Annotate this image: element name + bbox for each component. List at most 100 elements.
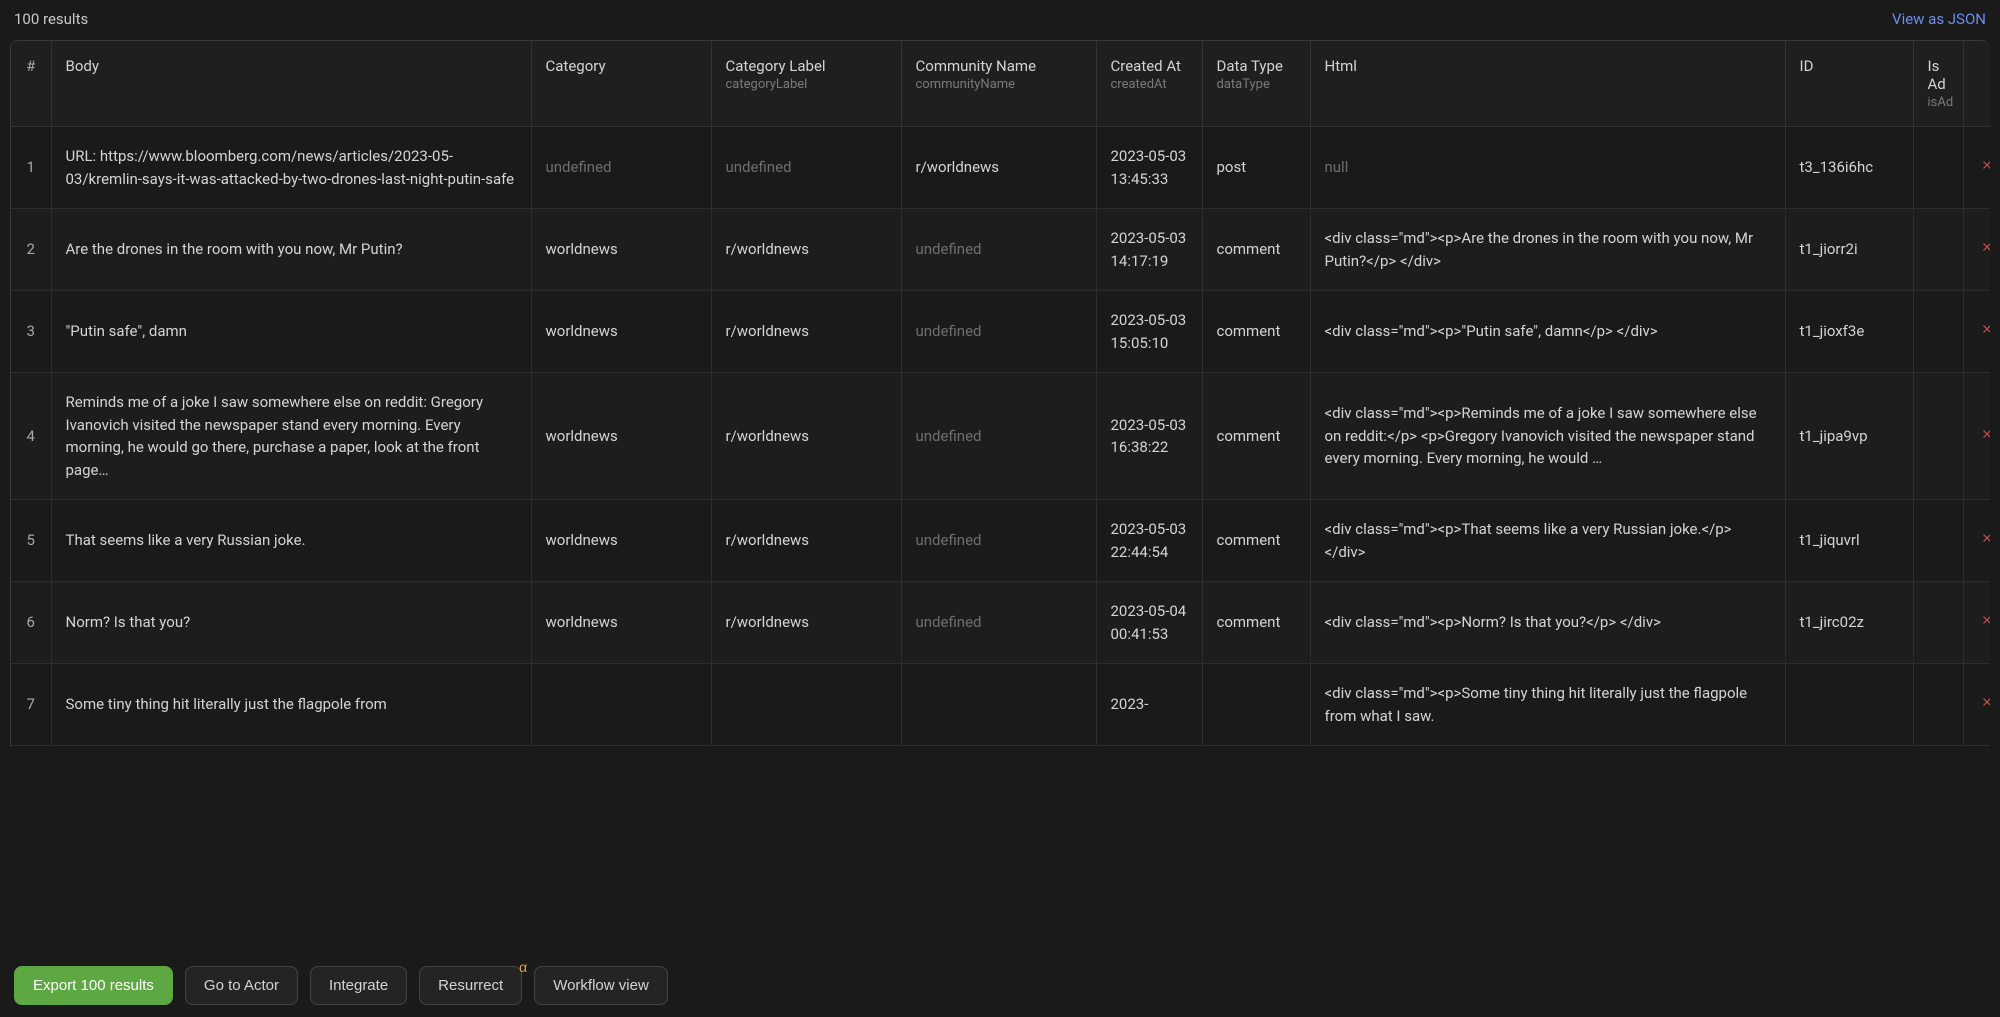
col-header-created-main: Created At	[1111, 57, 1188, 75]
workflow-view-button[interactable]: Workflow view	[534, 966, 668, 1005]
col-header-body[interactable]: Body	[51, 41, 531, 127]
col-header-html[interactable]: Html	[1310, 41, 1785, 127]
cell-html: <div class="md"><p>"Putin safe", damn</p…	[1310, 291, 1785, 373]
cell-isad	[1913, 582, 1963, 664]
cell-community	[901, 664, 1096, 746]
cell-community: undefined	[901, 209, 1096, 291]
col-header-category[interactable]: Category	[531, 41, 711, 127]
cell-body: URL: https://www.bloomberg.com/news/arti…	[51, 127, 531, 209]
cell-created: 2023-05-03 13:45:33	[1096, 127, 1202, 209]
results-count: 100 results	[14, 10, 88, 28]
cell-index: 2	[11, 209, 51, 291]
delete-icon[interactable]	[1980, 693, 1990, 707]
cell-community: undefined	[901, 500, 1096, 582]
view-as-json-link[interactable]: View as JSON	[1892, 10, 1986, 28]
table-row[interactable]: 4Reminds me of a joke I saw somewhere el…	[11, 373, 1990, 500]
col-header-community[interactable]: Community Name communityName	[901, 41, 1096, 127]
cell-datatype: comment	[1202, 582, 1310, 664]
cell-id: t3_136i6hc	[1785, 127, 1913, 209]
cell-isad	[1913, 291, 1963, 373]
cell-category-label: r/worldnews	[711, 209, 901, 291]
col-header-index[interactable]: #	[11, 41, 51, 127]
cell-body: Are the drones in the room with you now,…	[51, 209, 531, 291]
resurrect-button[interactable]: Resurrect	[419, 966, 522, 1005]
bottom-toolbar: Export 100 results Go to Actor Integrate…	[0, 954, 2000, 1017]
table-row[interactable]: 3"Putin safe", damnworldnewsr/worldnewsu…	[11, 291, 1990, 373]
col-header-category-label-main: Category Label	[726, 57, 887, 75]
cell-category-label: r/worldnews	[711, 500, 901, 582]
cell-body: That seems like a very Russian joke.	[51, 500, 531, 582]
cell-html: <div class="md"><p>Reminds me of a joke …	[1310, 373, 1785, 500]
cell-index: 5	[11, 500, 51, 582]
cell-id	[1785, 664, 1913, 746]
cell-delete	[1963, 582, 1990, 664]
cell-datatype: comment	[1202, 373, 1310, 500]
delete-icon[interactable]	[1980, 156, 1990, 170]
cell-category-label: r/worldnews	[711, 291, 901, 373]
cell-id: t1_jirc02z	[1785, 582, 1913, 664]
cell-created: 2023-	[1096, 664, 1202, 746]
cell-delete	[1963, 127, 1990, 209]
cell-community: r/worldnews	[901, 127, 1096, 209]
col-header-actions	[1963, 41, 1990, 127]
cell-category-label: r/worldnews	[711, 373, 901, 500]
cell-index: 1	[11, 127, 51, 209]
cell-html: null	[1310, 127, 1785, 209]
col-header-community-sub: communityName	[916, 77, 1082, 92]
col-header-id[interactable]: ID	[1785, 41, 1913, 127]
table-row[interactable]: 6Norm? Is that you?worldnewsr/worldnewsu…	[11, 582, 1990, 664]
table-row[interactable]: 2Are the drones in the room with you now…	[11, 209, 1990, 291]
cell-category: worldnews	[531, 500, 711, 582]
col-header-created-sub: createdAt	[1111, 77, 1188, 92]
cell-delete	[1963, 373, 1990, 500]
cell-html: <div class="md"><p>Some tiny thing hit l…	[1310, 664, 1785, 746]
delete-icon[interactable]	[1980, 320, 1990, 334]
delete-icon[interactable]	[1980, 238, 1990, 252]
cell-isad	[1913, 127, 1963, 209]
cell-datatype	[1202, 664, 1310, 746]
cell-body: Reminds me of a joke I saw somewhere els…	[51, 373, 531, 500]
table-row[interactable]: 5That seems like a very Russian joke.wor…	[11, 500, 1990, 582]
table-row[interactable]: 7Some tiny thing hit literally just the …	[11, 664, 1990, 746]
integrate-button[interactable]: Integrate	[310, 966, 407, 1005]
cell-datatype: comment	[1202, 209, 1310, 291]
cell-id: t1_jipa9vp	[1785, 373, 1913, 500]
cell-isad	[1913, 500, 1963, 582]
col-header-isad[interactable]: Is Ad isAd	[1913, 41, 1963, 127]
cell-category: worldnews	[531, 291, 711, 373]
cell-html: <div class="md"><p>Norm? Is that you?</p…	[1310, 582, 1785, 664]
col-header-datatype-main: Data Type	[1217, 57, 1296, 75]
col-header-isad-main: Is Ad	[1928, 57, 1949, 93]
export-button[interactable]: Export 100 results	[14, 966, 173, 1005]
cell-id: t1_jiorr2i	[1785, 209, 1913, 291]
cell-id: t1_jioxf3e	[1785, 291, 1913, 373]
cell-community: undefined	[901, 373, 1096, 500]
cell-datatype: comment	[1202, 500, 1310, 582]
cell-created: 2023-05-03 15:05:10	[1096, 291, 1202, 373]
delete-icon[interactable]	[1980, 529, 1990, 543]
col-header-created[interactable]: Created At createdAt	[1096, 41, 1202, 127]
delete-icon[interactable]	[1980, 425, 1990, 439]
cell-id: t1_jiquvrl	[1785, 500, 1913, 582]
cell-category-label: r/worldnews	[711, 582, 901, 664]
cell-community: undefined	[901, 582, 1096, 664]
cell-isad	[1913, 664, 1963, 746]
table-row[interactable]: 1URL: https://www.bloomberg.com/news/art…	[11, 127, 1990, 209]
cell-category: undefined	[531, 127, 711, 209]
col-header-category-label[interactable]: Category Label categoryLabel	[711, 41, 901, 127]
cell-created: 2023-05-03 22:44:54	[1096, 500, 1202, 582]
cell-datatype: post	[1202, 127, 1310, 209]
go-to-actor-button[interactable]: Go to Actor	[185, 966, 298, 1005]
cell-community: undefined	[901, 291, 1096, 373]
cell-delete	[1963, 664, 1990, 746]
col-header-datatype[interactable]: Data Type dataType	[1202, 41, 1310, 127]
cell-index: 4	[11, 373, 51, 500]
cell-html: <div class="md"><p>That seems like a ver…	[1310, 500, 1785, 582]
cell-created: 2023-05-03 14:17:19	[1096, 209, 1202, 291]
cell-index: 6	[11, 582, 51, 664]
delete-icon[interactable]	[1980, 611, 1990, 625]
cell-category-label: undefined	[711, 127, 901, 209]
col-header-isad-sub: isAd	[1928, 95, 1949, 110]
cell-isad	[1913, 209, 1963, 291]
cell-delete	[1963, 500, 1990, 582]
